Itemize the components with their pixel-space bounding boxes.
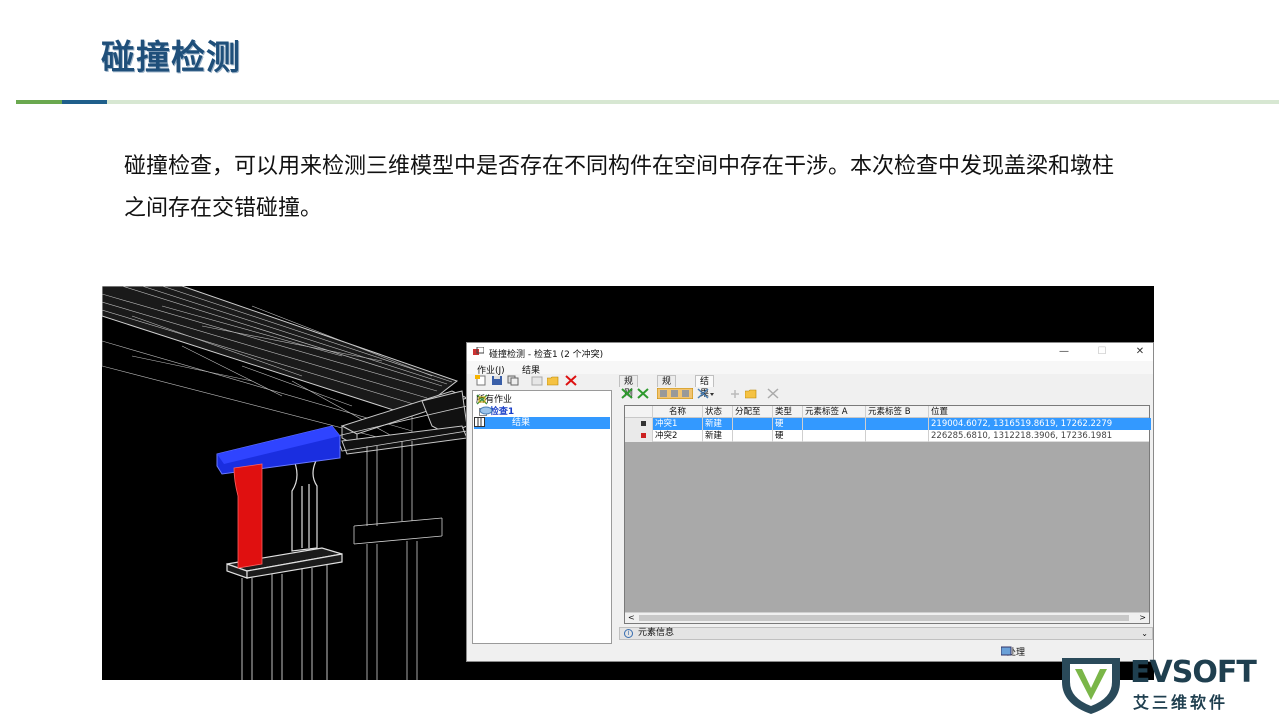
save-icon[interactable] — [491, 375, 503, 386]
row-name: 冲突1 — [653, 418, 703, 430]
process-button[interactable]: 处理 — [1001, 646, 1061, 660]
add-icon[interactable] — [729, 388, 741, 399]
open-folder-icon[interactable] — [547, 375, 559, 386]
clear-results-icon[interactable] — [767, 388, 779, 399]
chevron-down-icon[interactable]: ⌄ — [1141, 628, 1148, 639]
tree-item-all-jobs[interactable]: 所有作业 — [476, 394, 512, 406]
clash-element-pier-column — [233, 463, 263, 569]
job-icon — [479, 406, 493, 415]
tab-results[interactable]: 结果 — [695, 375, 715, 399]
row-tag-b — [866, 430, 929, 442]
tree-toolbar — [473, 375, 613, 389]
logo-subtitle: 艾三维软件 — [1133, 693, 1229, 712]
horizontal-scrollbar[interactable]: < > — [625, 612, 1149, 623]
new-job-icon[interactable] — [475, 375, 487, 386]
row-assigned — [733, 418, 773, 430]
element-info-bar[interactable]: i 元素信息 ⌄ — [619, 627, 1153, 640]
scroll-thumb[interactable] — [639, 615, 1129, 621]
row-assigned — [733, 430, 773, 442]
tab-rules-1[interactable]: 规则 — [619, 375, 639, 399]
scroll-right-arrow[interactable]: > — [1139, 613, 1146, 622]
model-viewport[interactable]: 碰撞检测 - 检查1 (2 个冲突) — ☐ ✕ 作业(J) 结果 所有作业 − — [102, 286, 1154, 680]
row-marker — [625, 430, 653, 442]
col-header-marker — [625, 406, 653, 418]
col-header-tag-a[interactable]: 元素标签 A — [803, 406, 866, 418]
row-tag-a — [803, 430, 866, 442]
maximize-button[interactable]: ☐ — [1087, 345, 1117, 359]
tree-item-job-label: 检查1 — [489, 407, 515, 417]
export-icon[interactable] — [531, 375, 543, 386]
row-status: 新建 — [703, 430, 733, 442]
tree-item-result-label: 结果 — [512, 418, 531, 428]
element-info-label: 元素信息 — [638, 628, 675, 638]
row-status: 新建 — [703, 418, 733, 430]
result-table-icon — [474, 417, 485, 427]
col-header-status[interactable]: 状态 — [703, 406, 733, 418]
clash-app-icon — [473, 347, 484, 355]
dialog-titlebar: 碰撞检测 - 检查1 (2 个冲突) — ☐ ✕ — [467, 343, 1153, 361]
delete-icon[interactable] — [565, 375, 577, 386]
row-position: 219004.6072, 1316519.8619, 17262.2279 — [929, 418, 1151, 430]
col-header-position[interactable]: 位置 — [929, 406, 1151, 418]
job-tree-panel: 所有作业 − 检查1 结果 — [472, 390, 612, 644]
minimize-button[interactable]: — — [1049, 345, 1079, 359]
row-marker — [625, 418, 653, 430]
title-rule — [16, 100, 1279, 104]
row-position: 226285.6810, 1312218.3906, 17236.1981 — [931, 431, 1113, 441]
info-icon: i — [624, 629, 633, 638]
tree-item-result[interactable]: 结果 — [474, 417, 610, 429]
run-check-icon[interactable] — [621, 388, 633, 399]
filter-dropdown-icon[interactable] — [697, 388, 715, 399]
grid-header: 名称 状态 分配至 类型 元素标签 A 元素标签 B 位置 — [625, 406, 1149, 418]
table-row[interactable]: 冲突1 新建 硬 219004.6072, 1316519.8619, 1726… — [625, 418, 1151, 430]
run-all-icon[interactable] — [637, 388, 649, 399]
close-button[interactable]: ✕ — [1125, 345, 1154, 359]
menu-bar: 作业(J) 结果 — [467, 361, 1153, 376]
all-jobs-icon — [476, 394, 488, 405]
tab-rules-2[interactable]: 规则 — [657, 375, 677, 399]
group-icon[interactable] — [657, 388, 693, 399]
table-row[interactable]: 冲突2 新建 硬 226285.6810, 1312218.3906, 1723… — [625, 430, 1149, 442]
clash-status-icon — [641, 421, 646, 426]
row-tag-b — [866, 418, 929, 430]
results-toolbar — [619, 388, 1154, 402]
slide-title: 碰撞检测 — [101, 38, 241, 78]
open-results-icon[interactable] — [745, 388, 757, 399]
process-icon — [1001, 646, 1012, 656]
row-tag-a — [803, 418, 866, 430]
col-header-tag-b[interactable]: 元素标签 B — [866, 406, 929, 418]
col-header-assigned[interactable]: 分配至 — [733, 406, 773, 418]
row-type: 硬 — [773, 430, 803, 442]
row-type: 硬 — [773, 418, 803, 430]
scroll-left-arrow[interactable]: < — [628, 613, 635, 622]
clash-status-icon — [641, 433, 646, 438]
clash-results-grid: 名称 状态 分配至 类型 元素标签 A 元素标签 B 位置 冲突1 新建 硬 2… — [624, 405, 1151, 624]
copy-icon[interactable] — [507, 375, 519, 386]
row-name: 冲突2 — [653, 430, 703, 442]
dialog-title: 碰撞检测 - 检查1 (2 个冲突) — [489, 350, 604, 360]
clash-detection-dialog: 碰撞检测 - 检查1 (2 个冲突) — ☐ ✕ 作业(J) 结果 所有作业 − — [466, 342, 1154, 662]
slide-body-text: 碰撞检查，可以用来检测三维模型中是否存在不同构件在空间中存在干涉。本次检查中发现… — [124, 154, 1115, 221]
col-header-name[interactable]: 名称 — [653, 406, 703, 418]
col-header-type[interactable]: 类型 — [773, 406, 803, 418]
logo-brand: EVSOFT — [1130, 655, 1257, 690]
